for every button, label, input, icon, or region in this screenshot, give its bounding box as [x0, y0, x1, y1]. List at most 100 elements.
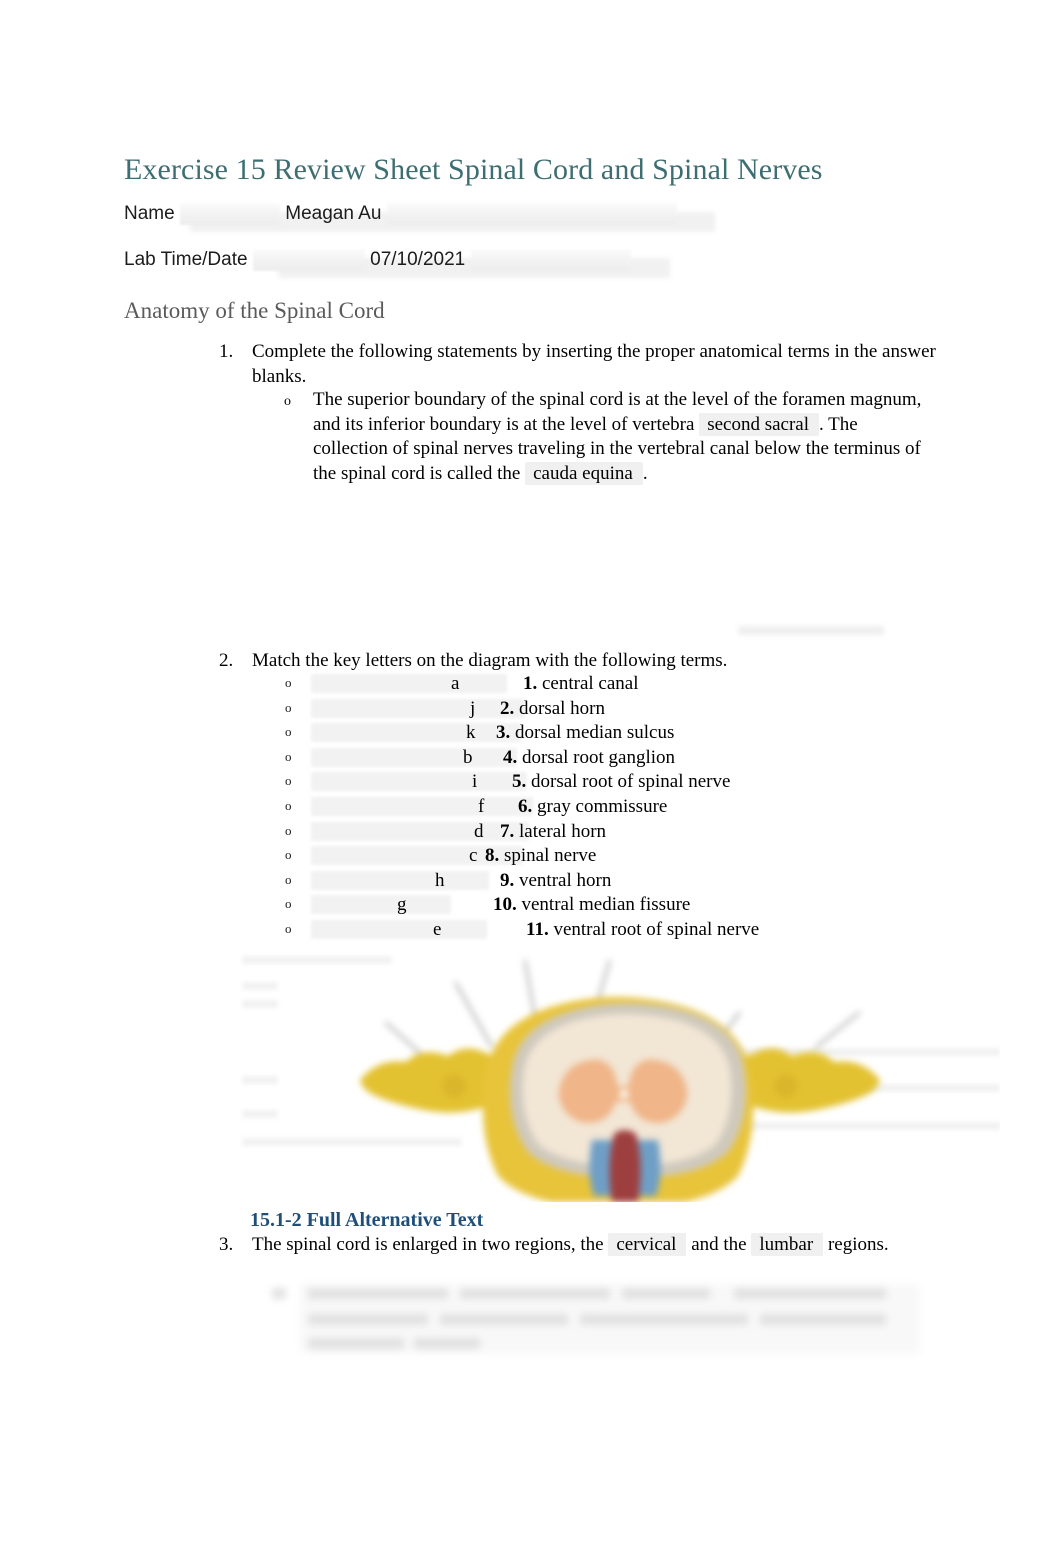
match-term-number: 5. [512, 771, 527, 793]
question-2-number: 2. [219, 650, 234, 671]
blurred-text-line [580, 1314, 748, 1325]
match-term-number: 9. [500, 869, 515, 891]
blurred-text-line [308, 1288, 448, 1299]
match-answer-letter[interactable]: k [466, 721, 476, 745]
match-bullet-icon: o [285, 699, 292, 715]
match-list-item[interactable]: o g 10. ventral median fissure [0, 893, 1062, 918]
match-term: 7. lateral horn [500, 820, 606, 844]
question-3-statement: The spinal cord is enlarged in two regio… [252, 1232, 952, 1257]
labtime-blank-right [470, 248, 631, 271]
match-list-item[interactable]: o k 3. dorsal median sulcus [0, 721, 1062, 746]
match-list-item[interactable]: o i 5. dorsal root of spinal nerve [0, 770, 1062, 795]
match-answer-letter[interactable]: a [451, 672, 459, 696]
match-term-label: dorsal horn [519, 697, 606, 719]
question-1-statement: The superior boundary of the spinal cord… [313, 388, 925, 486]
match-term-number: 7. [500, 820, 515, 842]
match-term: 11. ventral root of spinal nerve [526, 918, 759, 942]
match-term-number: 6. [518, 795, 533, 817]
match-answer-blank [311, 919, 487, 939]
q3-answer-2[interactable]: lumbar [751, 1233, 824, 1256]
match-list-item[interactable]: o d 7. lateral horn [0, 820, 1062, 845]
name-field-row: Name Meagan Au [124, 202, 677, 226]
match-list-item[interactable]: o c 8. spinal nerve [0, 844, 1062, 869]
match-answer-letter[interactable]: d [474, 820, 484, 844]
match-bullet-icon: o [285, 871, 292, 887]
match-answer-blank [311, 870, 489, 890]
match-term: 3. dorsal median sulcus [496, 721, 674, 745]
blurred-text-line [414, 1338, 480, 1349]
matching-list: o a 1. central canal o j 2. dorsal horn o k 3. d… [0, 672, 1062, 943]
match-answer-blank [311, 674, 507, 693]
match-bullet-icon: o [285, 896, 292, 912]
match-term-number: 10. [493, 894, 517, 916]
match-list-item[interactable]: o j 2. dorsal horn [0, 697, 1062, 722]
q3-answer-1[interactable]: cervical [608, 1233, 687, 1256]
blurred-text-line [308, 1314, 428, 1325]
question-3-number: 3. [219, 1234, 234, 1255]
name-value[interactable]: Meagan Au [285, 202, 381, 226]
question-1-number: 1. [219, 341, 234, 362]
q3-text-part-2: and the [686, 1234, 752, 1255]
match-list-item[interactable]: o f 6. gray commissure [0, 795, 1062, 820]
match-list-item[interactable]: o b 4. dorsal root ganglion [0, 746, 1062, 771]
match-answer-letter[interactable]: b [463, 746, 473, 770]
q1-answer-2[interactable]: cauda equina [525, 461, 643, 485]
labtime-value[interactable]: 07/10/2021 [370, 248, 465, 272]
match-bullet-icon: o [285, 797, 292, 813]
match-answer-letter[interactable]: i [472, 770, 477, 794]
q1-text-part-3: . [642, 462, 648, 484]
match-term-label: ventral median fissure [521, 894, 691, 916]
spinal-cord-diagram [240, 952, 1000, 1202]
question-2-prompt: Match the key letters on the diagram wit… [252, 650, 728, 671]
match-term-label: ventral horn [519, 869, 612, 891]
match-list-item[interactable]: o h 9. ventral horn [0, 869, 1062, 894]
match-answer-letter[interactable]: f [478, 795, 484, 819]
q1-answer-1[interactable]: second sacral [699, 412, 820, 436]
q3-text-part-1: The spinal cord is enlarged in two regio… [252, 1234, 609, 1255]
blurred-text-line [760, 1314, 886, 1325]
match-term: 6. gray commissure [518, 795, 667, 819]
match-bullet-icon: o [285, 773, 292, 789]
match-answer-letter[interactable]: j [470, 697, 475, 721]
match-bullet-icon: o [285, 675, 292, 690]
blurred-text-line [460, 1288, 610, 1299]
match-answer-letter[interactable]: e [433, 918, 441, 942]
labtime-blank-left [252, 248, 365, 271]
question-1-sub-bullet-icon: o [284, 394, 291, 409]
match-answer-letter[interactable]: h [435, 869, 445, 893]
match-answer-letter[interactable]: c [469, 844, 477, 868]
blurred-text-line [440, 1314, 568, 1325]
match-term-number: 2. [500, 697, 515, 719]
page-title: Exercise 15 Review Sheet Spinal Cord and… [124, 153, 823, 186]
spinal-cord-cross-section-illustration [360, 959, 880, 1202]
match-term-label: ventral root of spinal nerve [553, 918, 760, 940]
match-term-number: 4. [503, 746, 518, 768]
match-answer-blank [311, 821, 529, 841]
name-blank-left [179, 202, 280, 225]
match-term-label: spinal nerve [504, 845, 597, 867]
match-answer-blank [311, 698, 525, 718]
match-answer-blank [311, 796, 533, 816]
figure-alt-text-heading[interactable]: 15.1-2 Full Alternative Text [250, 1209, 483, 1232]
match-term-label: lateral horn [519, 820, 607, 842]
labtime-field-row: Lab Time/Date 07/10/2021 [124, 248, 631, 272]
blurred-text-line [734, 1288, 886, 1299]
match-answer-letter[interactable]: g [397, 893, 407, 917]
blurred-footer-paragraph [250, 1280, 930, 1360]
match-list-item[interactable]: o a 1. central canal [0, 672, 1062, 697]
blurred-text-line [622, 1288, 710, 1299]
match-term: 9. ventral horn [500, 869, 611, 893]
match-term: 8. spinal nerve [485, 844, 596, 868]
match-term-label: dorsal root of spinal nerve [531, 771, 731, 793]
match-term-number: 1. [523, 673, 538, 694]
blurred-artifact-line [738, 626, 884, 635]
match-answer-blank [311, 772, 527, 792]
match-bullet-icon: o [285, 920, 292, 936]
match-term: 10. ventral median fissure [493, 893, 690, 917]
name-blank-right [386, 202, 677, 225]
match-answer-blank [311, 747, 517, 767]
blurred-text-line [272, 1288, 286, 1299]
document-page: Exercise 15 Review Sheet Spinal Cord and… [0, 0, 1062, 1556]
match-bullet-icon: o [285, 724, 292, 740]
match-list-item[interactable]: o e 11. ventral root of spinal nerve [0, 918, 1062, 943]
